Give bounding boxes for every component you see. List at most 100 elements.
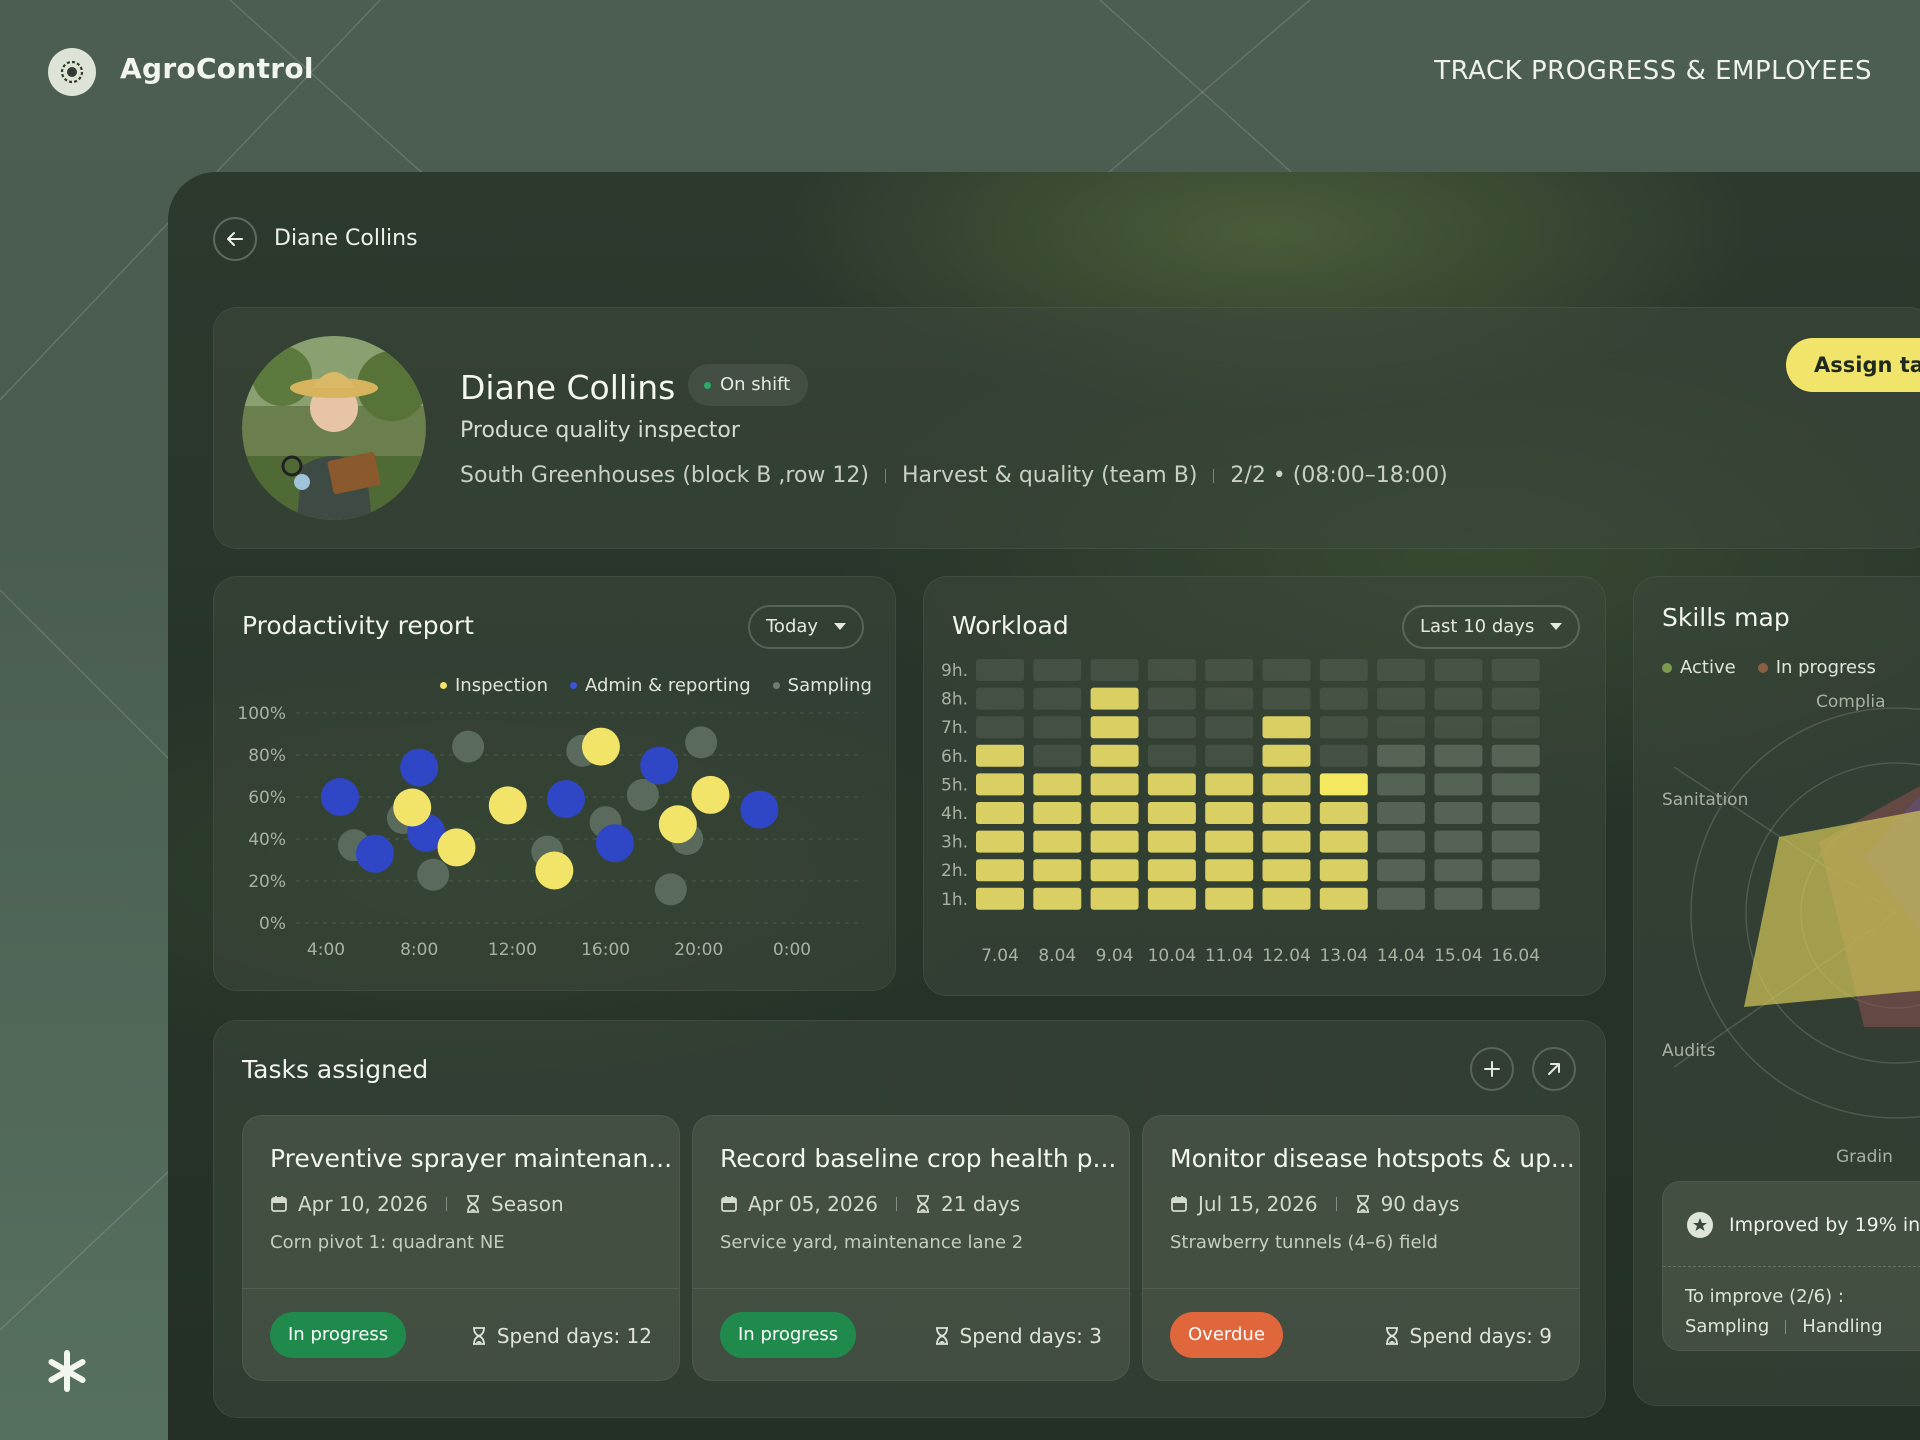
scatter-point <box>691 775 730 814</box>
divider <box>1663 1266 1920 1267</box>
workload-cell <box>1377 887 1426 910</box>
divider <box>1143 1288 1579 1289</box>
workload-cell <box>1319 830 1368 853</box>
scatter-point <box>658 805 697 844</box>
workload-cell <box>1491 802 1540 824</box>
workload-cell <box>1377 802 1426 824</box>
agrocontrol-logo-icon[interactable] <box>48 48 96 96</box>
y-tick-label: 8h. <box>941 690 968 710</box>
task-location: Strawberry tunnels (4–6) field <box>1170 1232 1438 1253</box>
profile-location: South Greenhouses (block B ,row 12) <box>460 463 869 488</box>
open-tasks-button[interactable] <box>1532 1047 1576 1091</box>
workload-cell <box>1319 802 1368 824</box>
workload-cell <box>1319 716 1368 739</box>
workload-cell <box>1262 887 1311 910</box>
profile-card: Diane Collins On shift Produce quality i… <box>213 307 1920 549</box>
task-card[interactable]: Monitor disease hotspots & up... Jul 15,… <box>1142 1115 1580 1381</box>
scatter-point <box>535 851 574 890</box>
task-date: Apr 05, 2026 <box>748 1192 879 1216</box>
scatter-point <box>400 748 439 787</box>
avatar <box>242 336 426 520</box>
x-tick-label: 4:00 <box>307 940 345 960</box>
workload-cell <box>1033 887 1082 910</box>
task-card[interactable]: Preventive sprayer maintenan... Apr 10, … <box>242 1115 680 1381</box>
workload-cell <box>1262 802 1311 824</box>
assign-task-button[interactable]: Assign tas <box>1786 338 1920 392</box>
workload-cell <box>1319 773 1368 796</box>
task-location: Corn pivot 1: quadrant NE <box>270 1232 505 1253</box>
scatter-point <box>320 778 359 816</box>
productivity-card: Prodactivity report Today Inspection Adm… <box>213 576 896 991</box>
x-tick-label: 20:00 <box>674 940 723 960</box>
workload-cell <box>1319 887 1368 910</box>
workload-cell <box>1491 859 1540 882</box>
workload-cell <box>1491 830 1540 853</box>
task-card[interactable]: Record baseline crop health p... Apr 05,… <box>692 1115 1130 1381</box>
legend-item-active: Active <box>1662 657 1736 678</box>
workload-cell <box>1377 830 1426 853</box>
skills-title: Skills map <box>1662 603 1790 632</box>
workload-cell <box>976 859 1024 882</box>
app-tagline: TRACK PROGRESS & EMPLOYEES <box>1434 56 1872 86</box>
task-spend: Spend days: 9 <box>1384 1324 1552 1348</box>
tasks-title: Tasks assigned <box>242 1055 429 1084</box>
task-title: Record baseline crop health p... <box>720 1144 1117 1173</box>
task-spend-label: Spend days: 3 <box>959 1324 1102 1348</box>
task-title: Preventive sprayer maintenan... <box>270 1144 673 1173</box>
workload-cell <box>1491 716 1540 739</box>
radar-series-yellow <box>1744 810 1920 1007</box>
scatter-point <box>581 727 620 766</box>
radar-axis-label-sanitation: Sanitation <box>1662 790 1748 810</box>
radar-axis-label-compliance: Complia <box>1816 692 1886 712</box>
workload-cell <box>1147 830 1196 853</box>
legend-label: In progress <box>1775 657 1876 678</box>
workload-cell <box>1205 830 1254 853</box>
task-location: Service yard, maintenance lane 2 <box>720 1232 1024 1253</box>
workload-cell <box>1147 802 1196 824</box>
scatter-point <box>595 824 634 863</box>
scatter-point <box>393 788 432 827</box>
asterisk-icon <box>48 1350 86 1392</box>
x-tick-label: 14.04 <box>1377 946 1426 966</box>
task-duration: 90 days <box>1380 1192 1460 1216</box>
workload-cell <box>1147 887 1196 910</box>
x-tick-label: 16.04 <box>1491 946 1540 966</box>
y-tick-label: 4h. <box>941 804 968 824</box>
legend-item-in-progress: In progress <box>1757 657 1876 678</box>
workload-cell <box>1033 687 1082 710</box>
workload-cell <box>1147 859 1196 882</box>
task-info: Apr 05, 2026 21 days <box>720 1192 1020 1216</box>
add-task-button[interactable] <box>1470 1047 1514 1091</box>
profile-role: Produce quality inspector <box>460 418 740 443</box>
task-status-badge: Overdue <box>1170 1312 1283 1358</box>
skills-improvement-card: Improved by 19% in t To improve (2/6) : … <box>1662 1181 1920 1351</box>
hourglass-icon <box>1356 1195 1369 1213</box>
arrow-up-right-icon <box>1548 1063 1560 1075</box>
workload-cell <box>1434 802 1483 824</box>
to-improve-list: Sampling Handling <box>1685 1316 1883 1337</box>
workload-cell <box>1434 687 1483 710</box>
workload-cell <box>1205 859 1254 882</box>
workload-cell <box>976 887 1024 910</box>
app-name: AgroControl <box>120 52 314 85</box>
workload-cell <box>976 687 1024 710</box>
divider <box>693 1288 1129 1289</box>
workload-cell <box>1090 859 1139 882</box>
back-button[interactable] <box>213 217 257 261</box>
x-tick-label: 12.04 <box>1262 946 1311 966</box>
workload-cell <box>1434 887 1483 910</box>
calendar-icon <box>271 1196 287 1212</box>
workload-cell <box>976 802 1024 824</box>
hourglass-icon <box>917 1195 930 1213</box>
workload-cell <box>1262 859 1311 882</box>
workload-cell <box>1033 773 1082 796</box>
task-title: Monitor disease hotspots & up... <box>1170 1144 1575 1173</box>
scatter-point <box>640 746 679 785</box>
workload-cell <box>1434 830 1483 853</box>
hourglass-icon <box>472 1327 485 1345</box>
workload-cell <box>1147 687 1196 710</box>
task-duration: 21 days <box>941 1192 1021 1216</box>
workload-cell <box>1205 773 1254 796</box>
y-tick-label: 3h. <box>941 833 968 853</box>
x-tick-label: 15.04 <box>1434 946 1483 966</box>
